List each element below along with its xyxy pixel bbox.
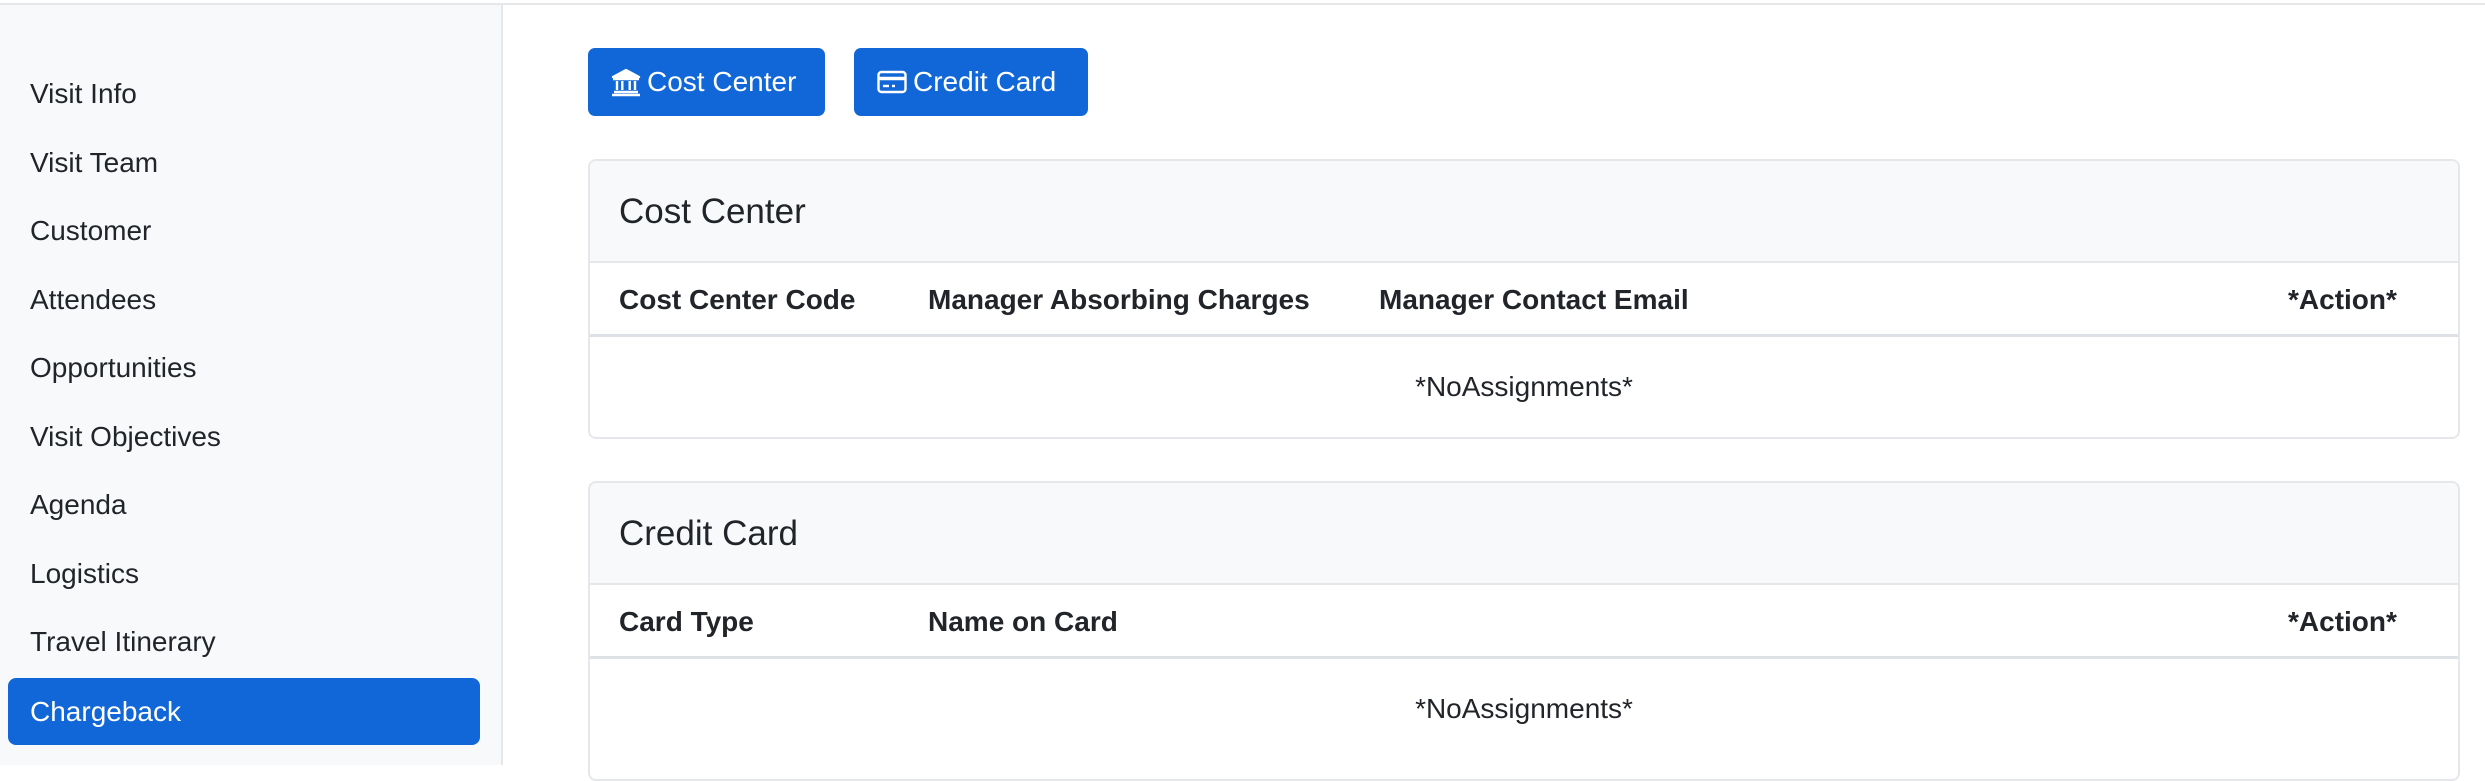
cost-center-card: Cost Center Cost Center Code Manager Abs… <box>588 159 2460 439</box>
bank-icon <box>610 66 642 98</box>
credit-card-card-title: Credit Card <box>590 483 2458 585</box>
column-header-action: *Action* <box>2288 606 2397 637</box>
column-header-manager-contact-email: Manager Contact Email <box>1379 284 1689 315</box>
sidebar-item-logistics[interactable]: Logistics <box>8 540 480 607</box>
credit-card-table-header: Card Type Name on Card *Action* <box>590 585 2458 659</box>
sidebar-item-chargeback[interactable]: Chargeback <box>8 678 480 745</box>
column-header-cost-center-code: Cost Center Code <box>619 284 856 315</box>
cost-center-button-label: Cost Center <box>647 66 797 97</box>
cost-center-button[interactable]: Cost Center <box>588 48 825 116</box>
credit-card-button[interactable]: Credit Card <box>854 48 1088 116</box>
column-header-name-on-card: Name on Card <box>928 606 1118 637</box>
empty-state-row: *NoAssignments* <box>1415 371 1633 402</box>
sidebar-item-opportunities[interactable]: Opportunities <box>8 334 480 401</box>
column-header-manager-absorbing-charges: Manager Absorbing Charges <box>928 284 1310 315</box>
sidebar-item-visit-team[interactable]: Visit Team <box>8 129 480 196</box>
sidebar-item-travel-itinerary[interactable]: Travel Itinerary <box>8 608 480 675</box>
sidebar-item-customer[interactable]: Customer <box>8 197 480 264</box>
column-header-card-type: Card Type <box>619 606 754 637</box>
credit-card-icon <box>876 66 908 98</box>
cost-center-table-header: Cost Center Code Manager Absorbing Charg… <box>590 263 2458 337</box>
empty-state-row: *NoAssignments* <box>1415 693 1633 724</box>
sidebar: Visit Info Visit Team Customer Attendees… <box>0 5 503 765</box>
sidebar-item-agenda[interactable]: Agenda <box>8 471 480 538</box>
sidebar-item-visit-objectives[interactable]: Visit Objectives <box>8 403 480 470</box>
column-header-action: *Action* <box>2288 284 2397 315</box>
cost-center-card-title: Cost Center <box>590 161 2458 263</box>
sidebar-item-attendees[interactable]: Attendees <box>8 266 480 333</box>
credit-card-card: Credit Card Card Type Name on Card *Acti… <box>588 481 2460 781</box>
sidebar-item-visit-info[interactable]: Visit Info <box>8 60 480 127</box>
credit-card-button-label: Credit Card <box>913 66 1057 97</box>
